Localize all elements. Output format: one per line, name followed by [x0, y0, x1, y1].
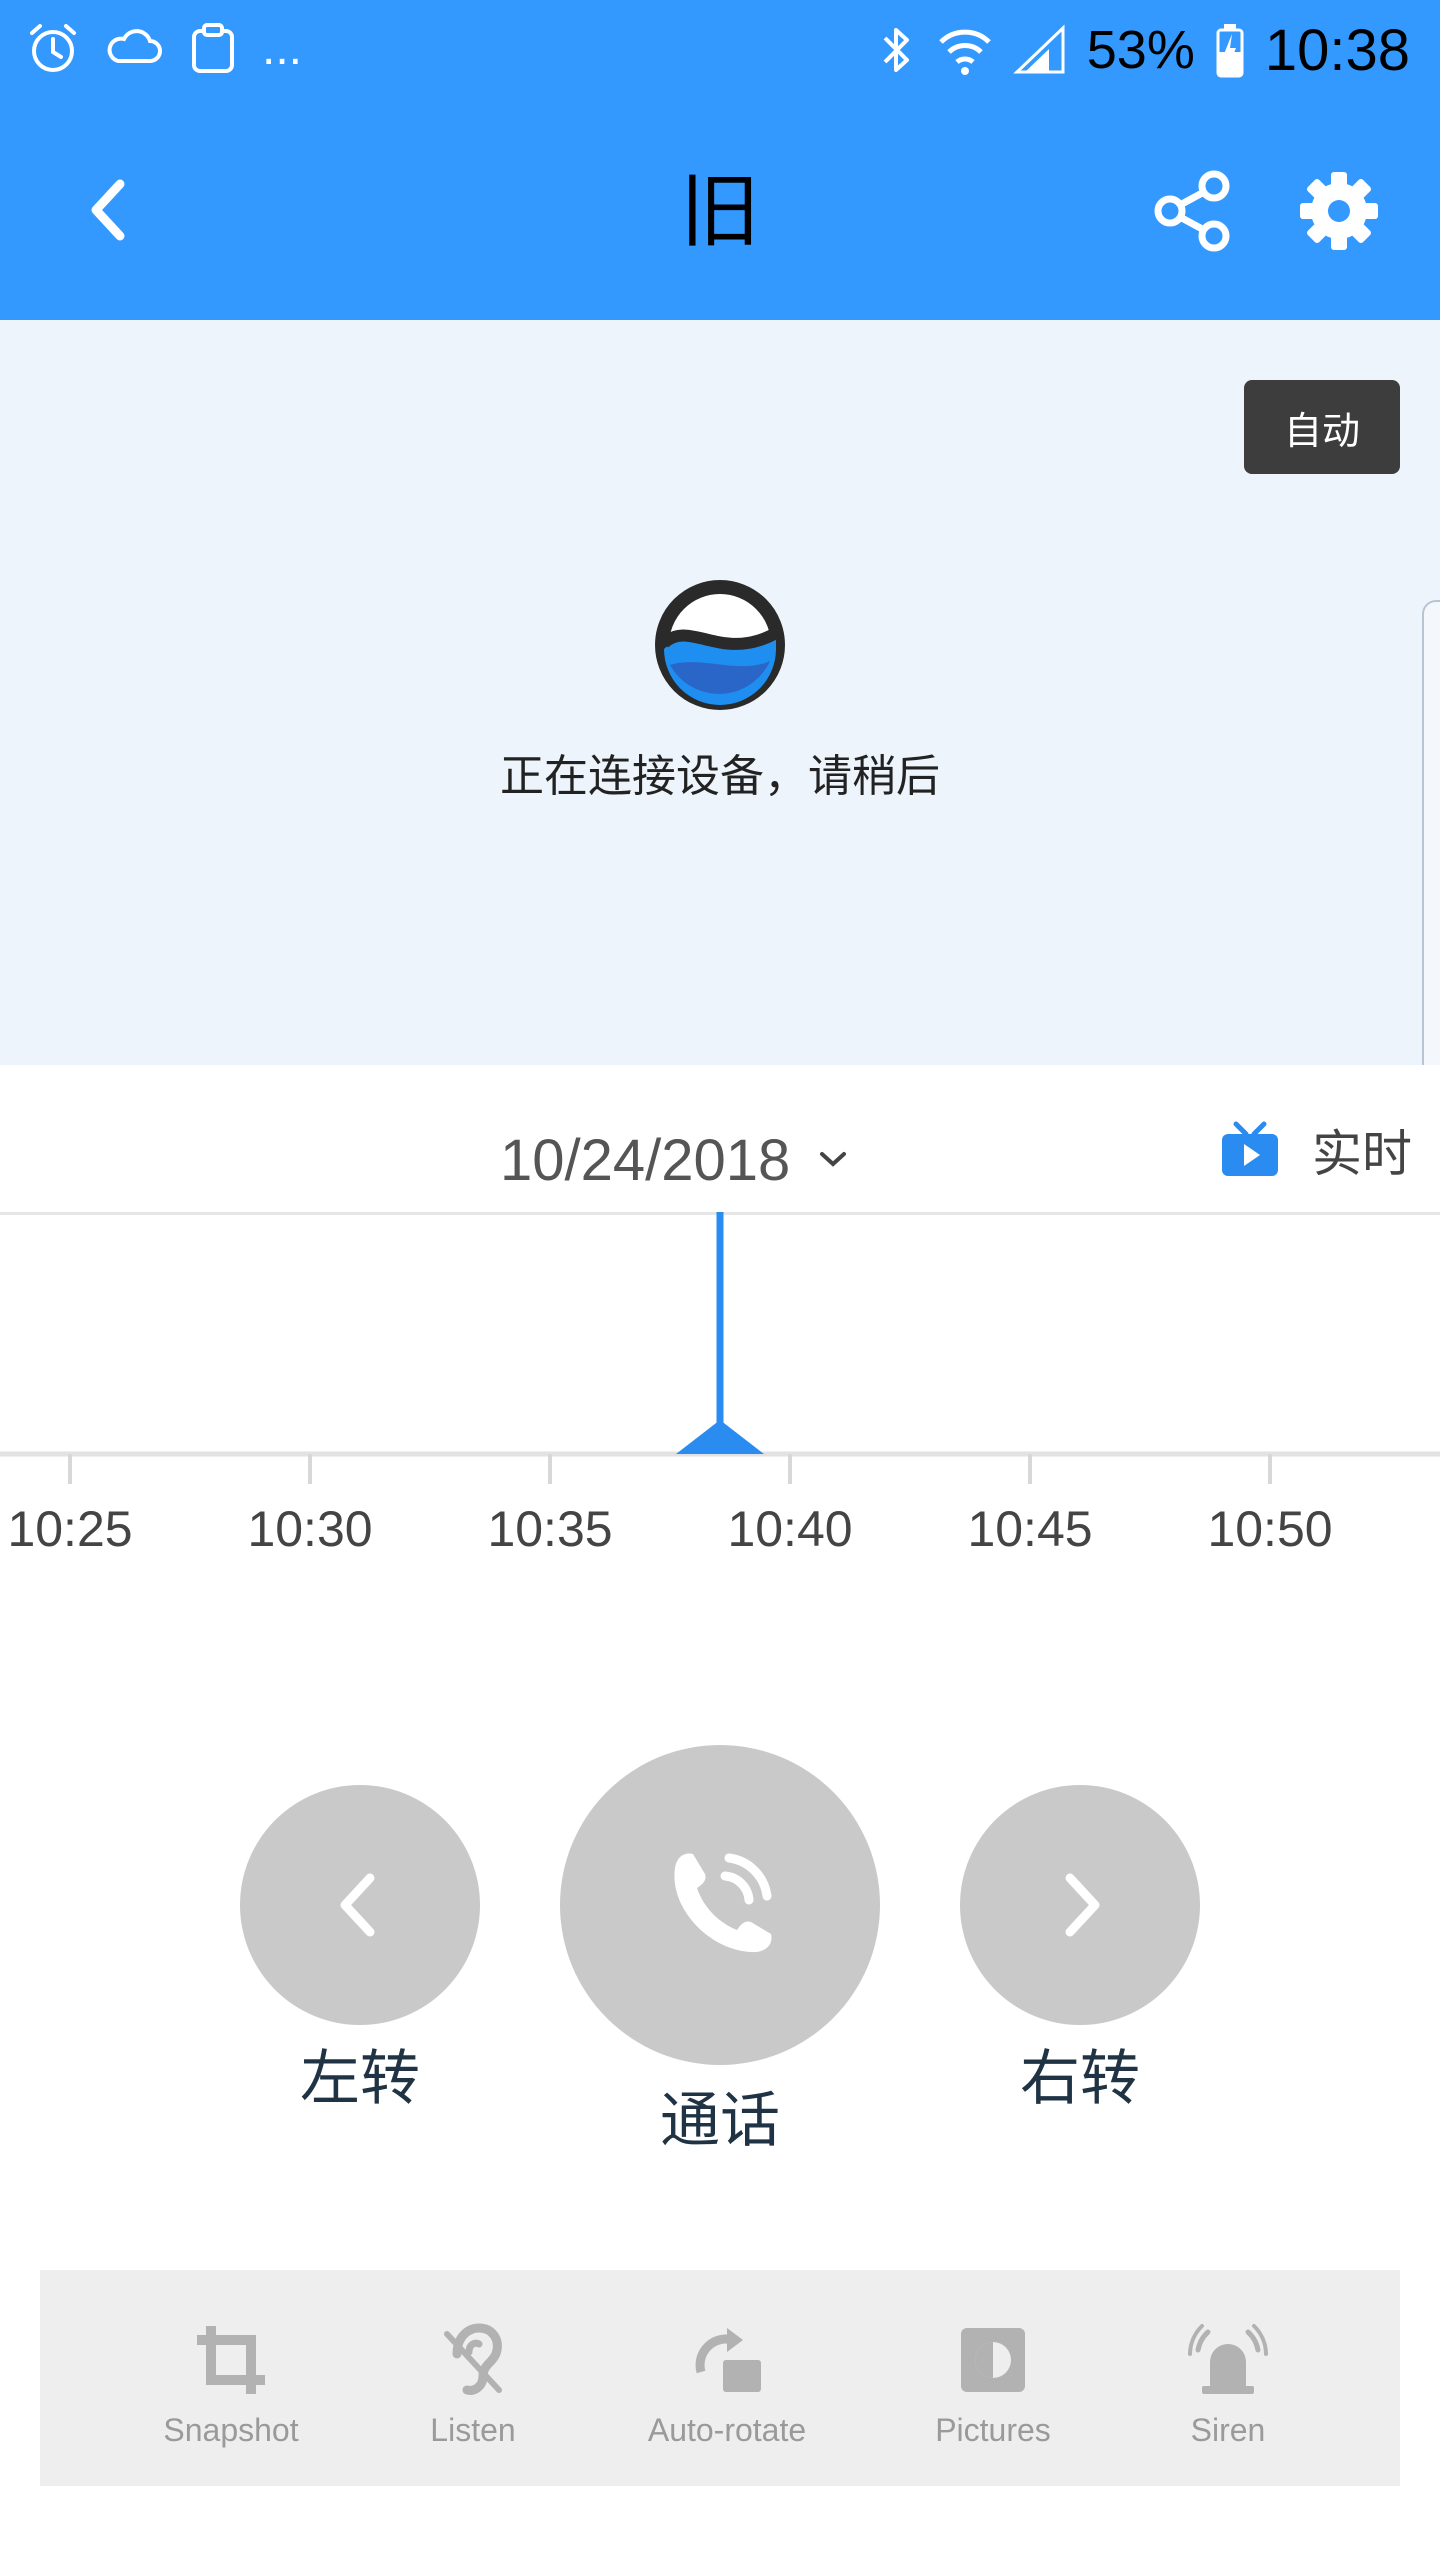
back-button[interactable]: [70, 170, 150, 250]
status-left-icons: ...: [26, 18, 302, 78]
quality-mode-button[interactable]: 自动: [1244, 380, 1400, 474]
turn-left-label: 左转: [300, 2044, 420, 2114]
chevron-left-icon: [340, 1873, 375, 1937]
alarm-icon: [30, 24, 76, 72]
siren-icon: [1188, 2324, 1268, 2394]
connecting-status-text: 正在连接设备，请稍后: [500, 751, 940, 802]
share-icon: [1154, 170, 1230, 252]
battery-icon: [1216, 24, 1244, 78]
turn-right-button[interactable]: [960, 1785, 1200, 2025]
toolbar-label: Pictures: [935, 2412, 1051, 2448]
pictures-button[interactable]: Pictures: [893, 2320, 1093, 2470]
timeline-tick-label: 10:40: [727, 1501, 853, 1557]
live-button-label[interactable]: 实时: [1312, 1114, 1432, 1184]
chevron-right-icon: [1065, 1873, 1100, 1937]
timeline-tick-label: 10:50: [1207, 1501, 1333, 1557]
gear-icon: [1300, 172, 1378, 250]
talk-button[interactable]: [560, 1745, 880, 2065]
chevron-down-icon: [820, 1152, 847, 1167]
status-right-icons: 53% 10:38: [877, 12, 1410, 88]
listen-button[interactable]: Listen: [373, 2320, 573, 2470]
cloud-icon: [107, 29, 162, 63]
toolbar-label: Snapshot: [163, 2412, 299, 2448]
date-text: 10/24/2018: [500, 1127, 791, 1193]
toolbar-label: Auto-rotate: [647, 2412, 807, 2448]
date-picker[interactable]: 10/24/2018: [500, 1120, 920, 1200]
timeline-tick-label: 10:25: [7, 1501, 133, 1557]
turn-left-button[interactable]: [240, 1785, 480, 2025]
turn-right-label: 右转: [1020, 2044, 1140, 2114]
timeline-tick-label: 10:35: [487, 1501, 613, 1557]
snapshot-button[interactable]: Snapshot: [131, 2320, 331, 2470]
status-more: ...: [262, 21, 303, 75]
pictures-icon: [961, 2328, 1025, 2392]
bluetooth-icon: [883, 28, 909, 72]
clipboard-icon: [192, 23, 234, 73]
timeline-cursor-handle: [676, 1420, 764, 1454]
page-title: 旧: [680, 165, 760, 258]
phone-icon: [674, 1853, 772, 1953]
ear-icon: [444, 2323, 502, 2395]
timeline-tick-label: 10:45: [967, 1501, 1093, 1557]
timeline-tick-label: 10:30: [247, 1501, 373, 1557]
rotate-icon: [695, 2328, 761, 2392]
siren-button[interactable]: Siren: [1128, 2320, 1328, 2470]
app-logo-icon: [650, 575, 790, 715]
chevron-left-icon: [91, 179, 125, 241]
signal-icon: [1013, 24, 1065, 74]
toolbar-label: Siren: [1190, 2412, 1266, 2448]
toolbar-label: Listen: [430, 2412, 516, 2448]
settings-button[interactable]: [1294, 166, 1384, 256]
crop-icon: [197, 2326, 265, 2394]
status-time: 10:38: [1264, 17, 1410, 83]
talk-label: 通话: [660, 2086, 780, 2156]
auto-rotate-button[interactable]: Auto-rotate: [627, 2320, 827, 2470]
wifi-icon: [938, 29, 991, 75]
battery-percent: 53%: [1086, 20, 1195, 80]
live-tv-icon[interactable]: [1220, 1120, 1280, 1180]
side-drawer-handle[interactable]: [1422, 600, 1440, 1079]
share-button[interactable]: [1148, 166, 1238, 256]
timeline-ticks: [68, 1454, 1272, 1484]
